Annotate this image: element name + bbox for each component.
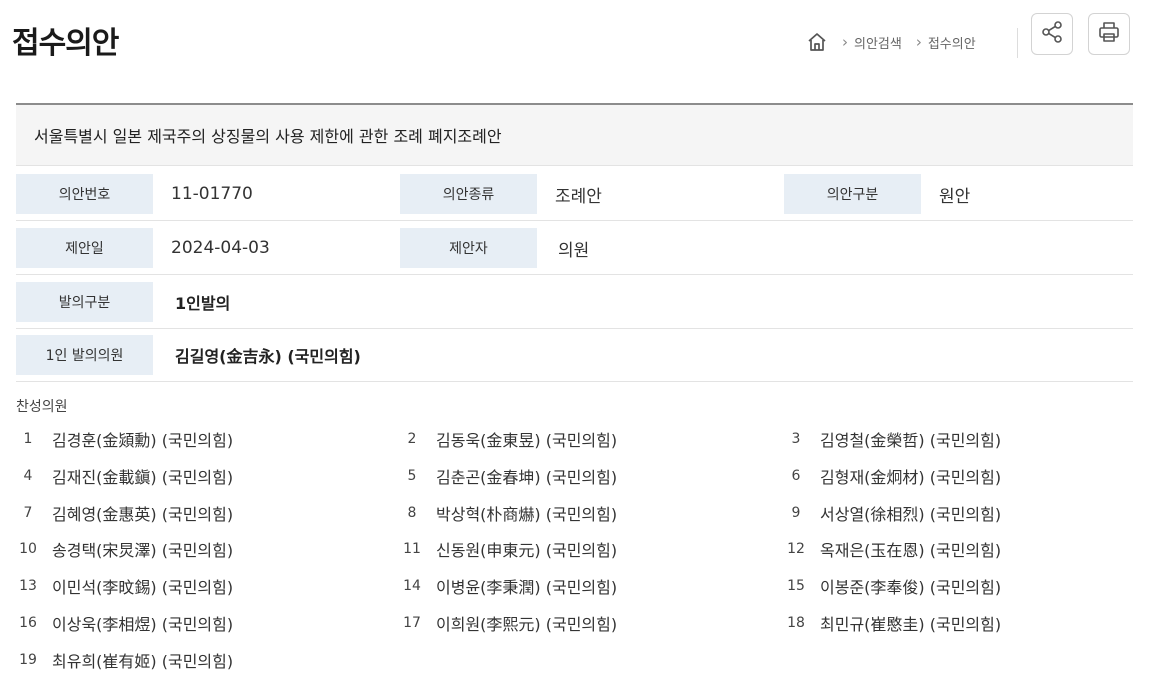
breadcrumb-item-received-bills[interactable]: 접수의안	[928, 33, 976, 52]
supporter-number: 5	[407, 468, 417, 484]
supporter-item: 14 이병윤(李秉潤) (국민의힘)	[395, 574, 617, 598]
supporter-number: 1	[23, 431, 33, 447]
supporter-number: 17	[403, 615, 421, 631]
supporter-item: 5 김춘곤(金春坤) (국민의힘)	[395, 464, 618, 488]
sole-proposer-label: 1인 발의의원	[16, 335, 153, 375]
proposer-label: 제안자	[400, 228, 537, 268]
supporter-item: 4 김재진(金載鎭) (국민의힘)	[11, 464, 234, 488]
supporter-name: 송경택(宋炅澤) (국민의힘)	[52, 541, 234, 560]
supporter-item: 16 이상욱(李相煜) (국민의힘)	[11, 611, 233, 635]
supporter-name: 최유희(崔有姬) (국민의힘)	[52, 652, 234, 671]
breadcrumb: › 의안검색 › 접수의안	[806, 30, 976, 54]
supporter-item: 1 김경훈(金熲勳) (국민의힘)	[11, 427, 234, 451]
supporter-item: 3 김영철(金榮哲) (국민의힘)	[779, 427, 1002, 451]
supporter-item: 17 이희원(李熙元) (국민의힘)	[395, 611, 617, 635]
supporter-name: 최민규(崔愍圭) (국민의힘)	[820, 615, 1002, 634]
supporter-name: 김영철(金榮哲) (국민의힘)	[820, 431, 1002, 450]
supporter-name: 신동원(申東元) (국민의힘)	[436, 541, 618, 560]
supporter-name: 이민석(李旼錫) (국민의힘)	[52, 578, 234, 597]
supporter-item: 19 최유희(崔有姬) (국민의힘)	[11, 648, 233, 672]
supporter-number: 3	[791, 431, 801, 447]
supporter-number: 13	[19, 578, 37, 594]
supporter-item: 7 김혜영(金惠英) (국민의힘)	[11, 501, 234, 525]
supporter-item: 10 송경택(宋炅澤) (국민의힘)	[11, 537, 233, 561]
bill-type-value: 조례안	[555, 186, 602, 207]
supporter-number: 11	[403, 541, 421, 557]
supporter-number: 14	[403, 578, 421, 594]
supporter-name: 김춘곤(金春坤) (국민의힘)	[436, 468, 618, 487]
supporter-name: 김재진(金載鎭) (국민의힘)	[52, 468, 234, 487]
supporter-number: 8	[407, 505, 417, 521]
supporter-name: 김혜영(金惠英) (국민의힘)	[52, 505, 234, 524]
proposed-date-value: 2024-04-03	[171, 238, 270, 258]
supporter-number: 16	[19, 615, 37, 631]
supporter-name: 김경훈(金熲勳) (국민의힘)	[52, 431, 234, 450]
bill-no-value: 11-01770	[171, 184, 253, 204]
info-row-1: 의안번호 11-01770 의안종류 조례안 의안구분 원안	[16, 167, 1133, 221]
home-icon[interactable]	[806, 31, 828, 53]
info-row-3: 발의구분 1인발의	[16, 275, 1133, 329]
supporter-number: 6	[791, 468, 801, 484]
supporter-item: 18 최민규(崔愍圭) (국민의힘)	[779, 611, 1001, 635]
bill-title-box: 서울특별시 일본 제국주의 상징물의 사용 제한에 관한 조례 폐지조례안	[16, 103, 1133, 166]
supporter-item: 12 옥재은(玉在恩) (국민의힘)	[779, 537, 1001, 561]
supporter-name: 이병윤(李秉潤) (국민의힘)	[436, 578, 618, 597]
bill-title: 서울특별시 일본 제국주의 상징물의 사용 제한에 관한 조례 폐지조례안	[34, 127, 502, 146]
chevron-right-icon: ›	[915, 33, 922, 51]
info-row-4: 1인 발의의원 김길영(金吉永) (국민의힘)	[16, 328, 1133, 382]
proposal-type-label: 발의구분	[16, 282, 153, 322]
supporter-name: 이상욱(李相煜) (국민의힘)	[52, 615, 234, 634]
proposer-value: 의원	[558, 240, 590, 261]
supporter-number: 18	[787, 615, 805, 631]
breadcrumb-item-bill-search[interactable]: 의안검색	[854, 33, 902, 52]
page-title: 접수의안	[12, 26, 119, 61]
supporter-name: 서상열(徐相烈) (국민의힘)	[820, 505, 1002, 524]
supporter-number: 7	[23, 505, 33, 521]
supporter-item: 13 이민석(李旼錫) (국민의힘)	[11, 574, 233, 598]
supporter-number: 2	[407, 431, 417, 447]
supporter-item: 8 박상혁(朴商爀) (국민의힘)	[395, 501, 618, 525]
supporter-name: 이봉준(李奉俊) (국민의힘)	[820, 578, 1002, 597]
proposed-date-label: 제안일	[16, 228, 153, 268]
bill-no-label: 의안번호	[16, 174, 153, 214]
supporter-item: 2 김동욱(金東昱) (국민의힘)	[395, 427, 618, 451]
supporter-name: 옥재은(玉在恩) (국민의힘)	[820, 541, 1002, 560]
supporter-number: 4	[23, 468, 33, 484]
supporter-number: 12	[787, 541, 805, 557]
supporter-number: 10	[19, 541, 37, 557]
supporter-item: 15 이봉준(李奉俊) (국민의힘)	[779, 574, 1001, 598]
print-icon	[1096, 19, 1122, 49]
bill-class-label: 의안구분	[784, 174, 921, 214]
chevron-right-icon: ›	[842, 33, 848, 51]
info-row-2: 제안일 2024-04-03 제안자 의원	[16, 221, 1133, 275]
proposal-type-value: 1인발의	[175, 294, 231, 313]
supporter-number: 15	[787, 578, 805, 594]
supporter-number: 19	[19, 652, 37, 668]
supporter-item: 6 김형재(金炯材) (국민의힘)	[779, 464, 1002, 488]
header-divider	[1017, 28, 1018, 58]
supporter-number: 9	[791, 505, 801, 521]
supporter-name: 이희원(李熙元) (국민의힘)	[436, 615, 618, 634]
bill-type-label: 의안종류	[400, 174, 537, 214]
bill-class-value: 원안	[939, 186, 971, 207]
supporters-title: 찬성의원	[16, 399, 68, 415]
share-button[interactable]	[1031, 13, 1073, 55]
print-button[interactable]	[1088, 13, 1130, 55]
supporter-name: 박상혁(朴商爀) (국민의힘)	[436, 505, 618, 524]
supporter-item: 11 신동원(申東元) (국민의힘)	[395, 537, 617, 561]
sole-proposer-value: 김길영(金吉永) (국민의힘)	[175, 347, 361, 366]
share-icon	[1039, 19, 1065, 49]
supporter-name: 김동욱(金東昱) (국민의힘)	[436, 431, 618, 450]
supporter-item: 9 서상열(徐相烈) (국민의힘)	[779, 501, 1002, 525]
supporter-name: 김형재(金炯材) (국민의힘)	[820, 468, 1002, 487]
